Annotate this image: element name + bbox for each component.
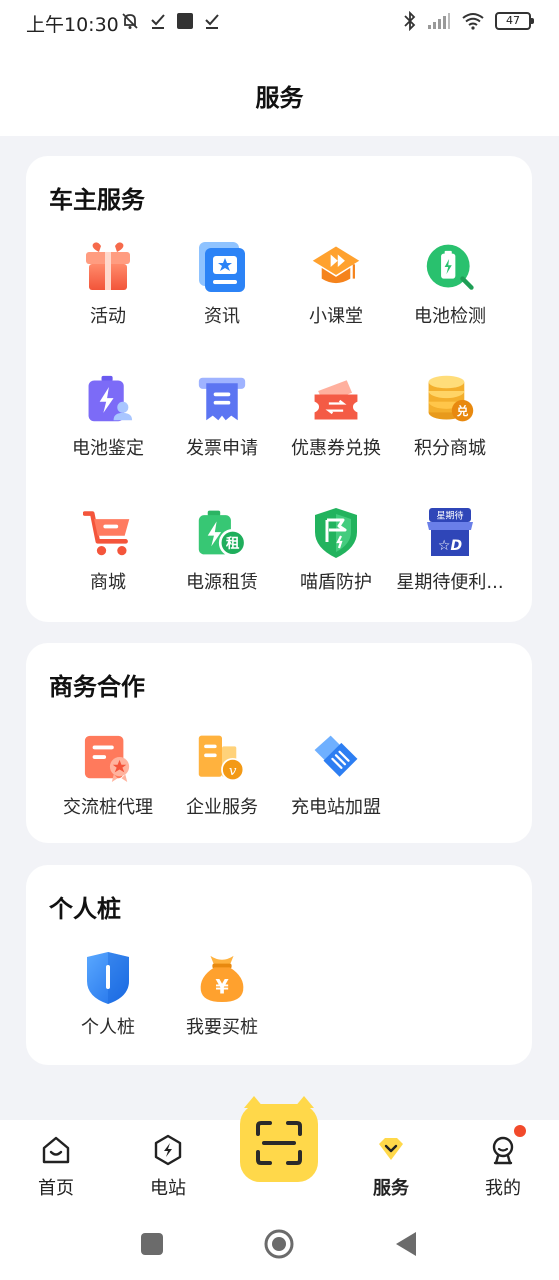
business-label: 充电站加盟	[291, 797, 381, 818]
business-item-franchise[interactable]: 充电站加盟	[274, 731, 398, 831]
service-item-battery-appraisal[interactable]: 电池鉴定	[46, 372, 170, 472]
service-label: 喵盾防护	[300, 572, 372, 593]
business-label: 企业服务	[186, 797, 258, 818]
svg-text:兑: 兑	[457, 404, 469, 418]
back-button[interactable]	[394, 1230, 418, 1258]
service-item-points-mall[interactable]: 兑 积分商城	[388, 372, 512, 472]
classroom-icon	[311, 240, 361, 294]
home-button[interactable]	[263, 1228, 295, 1260]
svg-text:¥: ¥	[215, 975, 229, 998]
business-label: 交流桩代理	[63, 797, 153, 818]
enterprise-icon: v	[197, 731, 247, 785]
status-right-icons: 47	[403, 9, 534, 33]
status-bar: 上午10:30 47	[0, 0, 559, 44]
service-label: 发票申请	[186, 438, 258, 459]
battery-rent-icon: 租	[197, 506, 247, 560]
signal-icon	[428, 13, 450, 29]
personal-label: 我要买桩	[186, 1017, 258, 1038]
gift-icon	[83, 240, 133, 294]
scan-icon	[256, 1121, 302, 1165]
business-item-agent[interactable]: 交流桩代理	[46, 731, 170, 831]
service-item-convenience-store[interactable]: 星期待 ☆D 星期待便利...	[388, 506, 512, 606]
service-item-invoice[interactable]: 发票申请	[160, 372, 284, 472]
business-card: 商务合作 交流桩代理 v 企业服务 充电站加盟	[26, 643, 532, 843]
battery-appraisal-icon	[83, 372, 133, 426]
convenience-store-icon: 星期待 ☆D	[425, 506, 475, 560]
service-item-activity[interactable]: 活动	[46, 240, 170, 340]
nav-station[interactable]: 电站	[128, 1130, 208, 1200]
notification-dot	[514, 1125, 526, 1137]
battery-check-icon	[425, 240, 475, 294]
service-label: 星期待便利...	[396, 572, 504, 593]
service-item-battery-check[interactable]: 电池检测	[388, 240, 512, 340]
bottom-nav: 首页 电站 服务 我的	[0, 1096, 559, 1210]
service-label: 电池检测	[414, 306, 486, 327]
nav-station-label: 电站	[150, 1178, 186, 1199]
owner-services-card: 车主服务 活动 资讯 小课堂 电池检测 电池鉴定 发票申请 优惠券兑换 兑 积分…	[26, 156, 532, 622]
nav-service-label: 服务	[373, 1178, 409, 1199]
svg-text:租: 租	[226, 535, 240, 552]
invoice-icon	[197, 372, 247, 426]
service-item-battery-rent[interactable]: 租 电源租赁	[160, 506, 284, 606]
svg-text:星期待: 星期待	[436, 510, 463, 522]
news-icon	[197, 240, 247, 294]
service-item-news[interactable]: 资讯	[160, 240, 284, 340]
app-notification-icon	[177, 13, 193, 29]
points-mall-icon: 兑	[425, 372, 475, 426]
service-label: 资讯	[204, 306, 240, 327]
svg-text:☆D: ☆D	[438, 538, 462, 554]
service-label: 小课堂	[309, 306, 363, 327]
download-done-icon	[151, 14, 165, 29]
agent-certificate-icon	[83, 731, 133, 785]
cart-icon	[83, 506, 133, 560]
wifi-icon	[462, 13, 484, 30]
personal-label: 个人桩	[81, 1017, 135, 1038]
business-title: 商务合作	[49, 673, 145, 701]
nav-profile-label: 我的	[485, 1178, 521, 1199]
money-bag-icon: ¥	[197, 951, 247, 1005]
recents-button[interactable]	[140, 1232, 164, 1256]
personal-card: 个人桩 个人桩 ¥ 我要买桩	[26, 865, 532, 1065]
battery-indicator: 47	[495, 12, 534, 30]
svg-text:v: v	[229, 764, 237, 779]
header: 服务	[0, 44, 559, 136]
service-label: 电源租赁	[186, 572, 258, 593]
charging-pile-icon	[83, 951, 133, 1005]
personal-item-pile[interactable]: 个人桩	[46, 951, 170, 1051]
nav-home[interactable]: 首页	[16, 1130, 96, 1200]
nav-home-label: 首页	[38, 1178, 74, 1199]
service-label: 活动	[90, 306, 126, 327]
station-icon	[154, 1134, 182, 1166]
bluetooth-icon	[404, 11, 416, 31]
shield-protection-icon	[311, 506, 361, 560]
personal-title: 个人桩	[49, 895, 121, 923]
service-label: 商城	[90, 572, 126, 593]
business-item-enterprise[interactable]: v 企业服务	[160, 731, 284, 831]
service-item-classroom[interactable]: 小课堂	[274, 240, 398, 340]
mute-icon	[122, 13, 138, 29]
status-left-icons	[120, 10, 220, 32]
system-nav-bar	[0, 1210, 559, 1280]
download-done-icon-2	[205, 14, 219, 29]
service-item-mall[interactable]: 商城	[46, 506, 170, 606]
page-title: 服务	[255, 84, 304, 112]
coupon-icon	[311, 372, 361, 426]
nav-profile[interactable]: 我的	[463, 1130, 543, 1200]
service-item-shield-protection[interactable]: 喵盾防护	[274, 506, 398, 606]
status-time: 上午10:30	[26, 14, 119, 36]
service-label: 电池鉴定	[72, 438, 144, 459]
service-label: 积分商城	[414, 438, 486, 459]
handshake-icon	[311, 731, 361, 785]
nav-service[interactable]: 服务	[351, 1130, 431, 1200]
owner-services-title: 车主服务	[49, 186, 145, 214]
scan-button[interactable]	[240, 1096, 318, 1182]
service-label: 优惠券兑换	[291, 438, 381, 459]
personal-item-buy-pile[interactable]: ¥ 我要买桩	[160, 951, 284, 1051]
profile-icon	[492, 1136, 514, 1165]
service-item-coupon[interactable]: 优惠券兑换	[274, 372, 398, 472]
service-icon	[379, 1138, 403, 1160]
home-icon	[42, 1136, 70, 1164]
